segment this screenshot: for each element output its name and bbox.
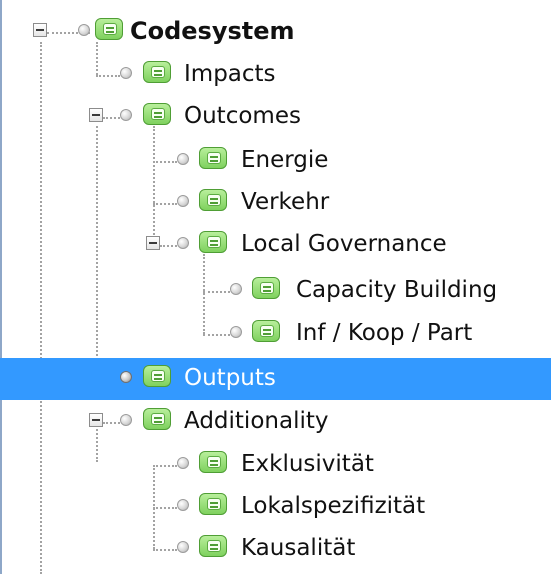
tree-node-local-governance[interactable]: Local Governance [0, 224, 551, 266]
tree-node-label: Local Governance [241, 231, 447, 257]
tree-node-inf-koop-part[interactable]: Inf / Koop / Part [0, 313, 551, 355]
tree-node-additionality[interactable]: Additionality [0, 401, 551, 443]
code-dot-icon [120, 414, 132, 426]
tree-node-label: Outputs [184, 365, 276, 391]
tree-node-label: Codesystem [130, 17, 295, 45]
tree-node-energie[interactable]: Energie [0, 140, 551, 182]
tree-node-label: Additionality [184, 408, 329, 434]
collapse-toggle[interactable] [89, 108, 103, 122]
code-dot-icon [230, 283, 242, 295]
tree-node-label: Verkehr [241, 189, 330, 215]
code-dot-icon [230, 326, 242, 338]
collapse-toggle[interactable] [33, 23, 47, 37]
tree-node-label: Exklusivität [241, 451, 374, 477]
tree-node-exklusivitaet[interactable]: Exklusivität [0, 444, 551, 486]
code-icon [199, 451, 227, 473]
code-icon [143, 408, 171, 430]
code-dot-icon [120, 371, 132, 383]
tree-node-label: Inf / Koop / Part [296, 320, 473, 346]
tree-node-label: Kausalität [241, 535, 356, 561]
tree-node-label: Outcomes [184, 103, 301, 129]
code-dot-icon [120, 67, 132, 79]
code-dot-icon [120, 109, 132, 121]
code-icon [143, 61, 171, 83]
code-dot-icon [177, 153, 189, 165]
code-dot-icon [177, 541, 189, 553]
code-icon [143, 103, 171, 125]
tree-node-label: Energie [241, 147, 329, 173]
code-tree[interactable]: Codesystem Impacts Outcomes Energie Verk… [0, 0, 551, 574]
code-icon [199, 189, 227, 211]
tree-node-outcomes[interactable]: Outcomes [0, 96, 551, 138]
code-icon [252, 277, 280, 299]
tree-node-label: Lokalspezifizität [241, 493, 426, 519]
tree-node-verkehr[interactable]: Verkehr [0, 182, 551, 224]
code-dot-icon [78, 24, 90, 36]
code-icon [199, 493, 227, 515]
code-icon [199, 231, 227, 253]
code-icon [199, 535, 227, 557]
code-dot-icon [177, 499, 189, 511]
tree-node-kausalitaet[interactable]: Kausalität [0, 528, 551, 570]
tree-node-lokalspezifizitaet[interactable]: Lokalspezifizität [0, 486, 551, 528]
tree-node-outputs[interactable]: Outputs [0, 358, 551, 400]
code-dot-icon [177, 237, 189, 249]
tree-node-label: Impacts [184, 61, 276, 87]
code-icon [252, 320, 280, 342]
code-icon [95, 18, 123, 40]
code-icon [199, 147, 227, 169]
code-dot-icon [177, 457, 189, 469]
tree-node-capacity-building[interactable]: Capacity Building [0, 270, 551, 312]
code-icon [143, 365, 171, 387]
tree-node-label: Capacity Building [296, 277, 498, 303]
tree-node-impacts[interactable]: Impacts [0, 54, 551, 96]
code-dot-icon [177, 195, 189, 207]
tree-node-codesystem[interactable]: Codesystem [0, 11, 551, 53]
collapse-toggle[interactable] [146, 236, 160, 250]
collapse-toggle[interactable] [89, 413, 103, 427]
